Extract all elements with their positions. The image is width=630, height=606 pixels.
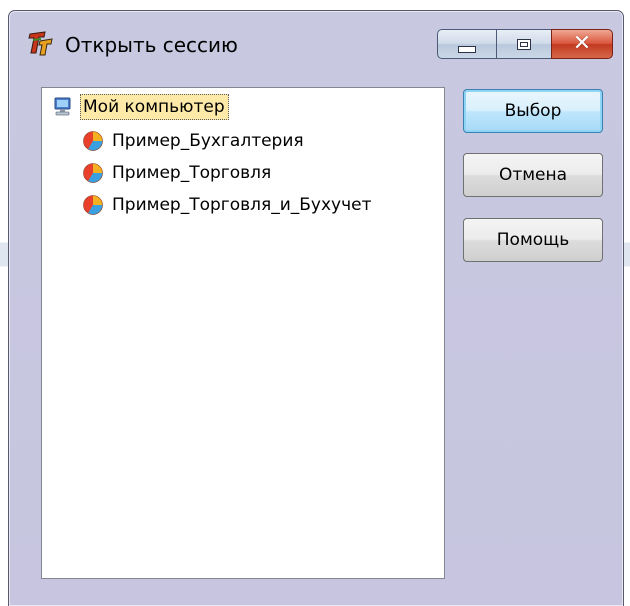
tree-item-trade-and-accounting[interactable]: Пример_Торговля_и_Бухучет bbox=[82, 190, 372, 220]
close-button[interactable]: ✕ bbox=[551, 29, 613, 59]
tree-item-label: Пример_Торговля bbox=[112, 163, 272, 183]
computer-icon bbox=[54, 97, 71, 116]
app-logo-icon bbox=[28, 31, 53, 56]
select-button[interactable]: Выбор bbox=[463, 89, 603, 133]
tree-root-label: Мой компьютер bbox=[80, 94, 229, 120]
database-icon bbox=[83, 163, 103, 183]
database-icon bbox=[83, 131, 103, 151]
database-icon bbox=[83, 195, 103, 215]
window-title: Открыть сессию bbox=[65, 33, 238, 57]
tree-item-trade[interactable]: Пример_Торговля bbox=[82, 158, 271, 188]
title-bar[interactable]: Открыть сессию ✕ bbox=[9, 11, 623, 75]
session-tree[interactable]: Мой компьютер Пример_Бухгалтерия Пример_… bbox=[41, 87, 445, 579]
minimize-icon bbox=[458, 45, 476, 53]
tree-root-row[interactable]: Мой компьютер bbox=[52, 92, 229, 122]
maximize-button[interactable] bbox=[496, 29, 552, 59]
tree-item-label: Пример_Бухгалтерия bbox=[112, 131, 304, 151]
maximize-icon bbox=[517, 38, 531, 50]
help-button[interactable]: Помощь bbox=[463, 218, 603, 262]
tree-item-accounting[interactable]: Пример_Бухгалтерия bbox=[82, 126, 304, 156]
caption-buttons: ✕ bbox=[434, 29, 613, 59]
minimize-button[interactable] bbox=[437, 29, 497, 59]
tree-item-label: Пример_Торговля_и_Бухучет bbox=[112, 195, 372, 215]
close-icon: ✕ bbox=[572, 31, 592, 56]
cancel-button[interactable]: Отмена bbox=[463, 153, 603, 197]
open-session-dialog: Открыть сессию ✕ Мой компьютер Пример_Бу… bbox=[8, 10, 624, 606]
